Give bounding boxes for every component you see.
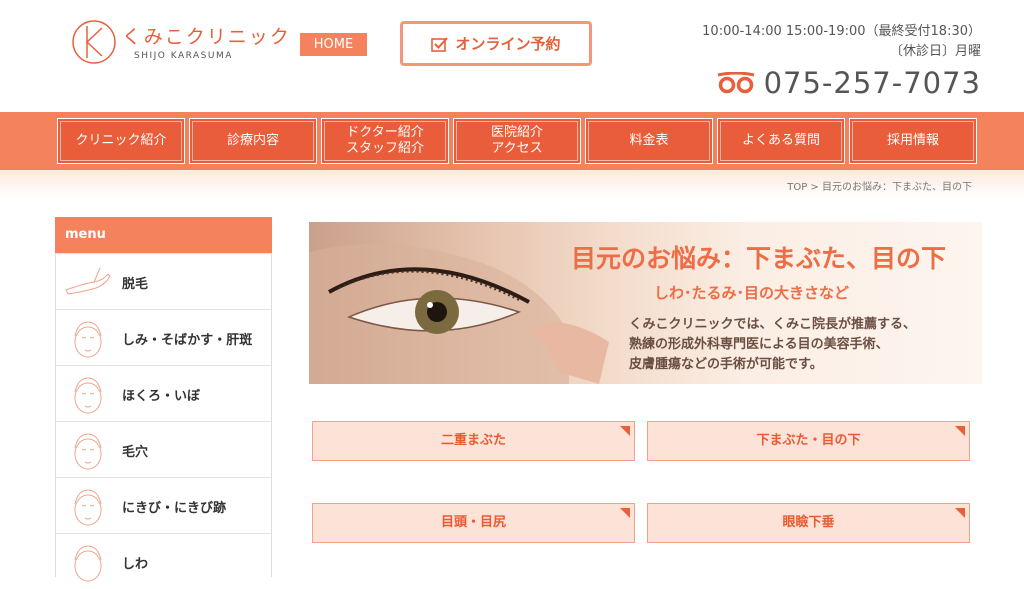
face-icon [74, 377, 102, 414]
home-button[interactable]: HOME [300, 33, 367, 56]
hero-description: くみこクリニックでは、くみこ院長が推薦する、 熟練の形成外科専門医による目の美容… [629, 315, 916, 375]
sidebar-item-label: しみ・そばかす・肝斑 [122, 333, 253, 348]
corner-arrow-icon [955, 426, 965, 436]
face-icon [74, 545, 102, 582]
nav-label: よくある質問 [741, 133, 820, 148]
hours-line: 10:00-14:00 15:00-19:00（最終受付18:30） [702, 24, 981, 39]
ptosis-button[interactable]: 眼瞼下垂 [647, 503, 970, 543]
logo-name: くみこクリニック [122, 26, 291, 48]
nav-recruit[interactable]: 採用情報 [849, 118, 977, 164]
nav-label: クリニック紹介 [75, 133, 167, 148]
corner-arrow-icon [620, 508, 630, 518]
sidebar-item-hair-removal[interactable]: 脱毛 [56, 253, 271, 309]
sidebar-item-moles[interactable]: ほくろ・いぼ [56, 365, 271, 421]
breadcrumb: TOP > 目元のお悩み：下まぶた、目の下 [787, 178, 972, 193]
nav-treatments[interactable]: 診療内容 [189, 118, 317, 164]
nav-faq[interactable]: よくある質問 [717, 118, 845, 164]
nav-label: 料金表 [629, 133, 669, 148]
leg-icon [65, 267, 111, 295]
nav-clinic-intro[interactable]: クリニック紹介 [57, 118, 185, 164]
nav-label-line1: 医院紹介 [490, 125, 543, 140]
checkbox-icon [431, 36, 449, 52]
breadcrumb-current: 目元のお悩み：下まぶた、目の下 [822, 182, 972, 193]
hero-desc-line: 皮膚腫瘍などの手術が可能です。 [629, 357, 823, 372]
eye-photo [309, 244, 609, 384]
logo-mark-icon [72, 20, 116, 64]
button-label: 目頭・目尻 [440, 515, 506, 530]
nav-label-line2: アクセス [491, 141, 543, 156]
eye-corner-button[interactable]: 目頭・目尻 [312, 503, 635, 543]
face-icon [74, 321, 102, 358]
nav-label-line1: ドクター紹介 [346, 125, 424, 140]
face-icon [74, 489, 102, 526]
sidebar-item-label: しわ [122, 557, 149, 572]
business-hours: 10:00-14:00 15:00-19:00（最終受付18:30） 〔休診日〕… [702, 22, 981, 62]
free-dial-icon [717, 72, 754, 94]
hero-title: 目元のお悩み：下まぶた、目の下 [571, 244, 947, 273]
nav-price-list[interactable]: 料金表 [585, 118, 713, 164]
sidebar-item-wrinkles[interactable]: しわ [56, 533, 271, 589]
hero-banner: 目元のお悩み：下まぶた、目の下 しわ･たるみ･目の大きさなど くみこクリニックで… [309, 222, 982, 384]
sidebar-title: menu [55, 217, 272, 253]
reservation-label: オンライン予約 [455, 35, 561, 53]
sidebar-item-pores[interactable]: 毛穴 [56, 421, 271, 477]
main-nav: クリニック紹介 診療内容 ドクター紹介 スタッフ紹介 医院紹介 アクセス 料金表… [0, 112, 1024, 170]
corner-arrow-icon [955, 508, 965, 518]
hero-desc-line: 熟練の形成外科専門医による目の美容手術、 [629, 337, 889, 352]
nav-doctor-staff[interactable]: ドクター紹介 スタッフ紹介 [321, 118, 449, 164]
nav-label: 診療内容 [226, 133, 279, 148]
button-label: 下まぶた・目の下 [756, 433, 861, 448]
sidebar-item-spots[interactable]: しみ・そばかす・肝斑 [56, 309, 271, 365]
sidebar-item-label: 脱毛 [122, 277, 149, 292]
sidebar-item-acne[interactable]: にきび・にきび跡 [56, 477, 271, 533]
nav-label-line2: スタッフ紹介 [345, 141, 424, 156]
breadcrumb-top-link[interactable]: TOP [787, 182, 807, 193]
clinic-logo[interactable]: くみこクリニック SHIJO KARASUMA [70, 18, 300, 68]
hero-subtitle: しわ･たるみ･目の大きさなど [654, 284, 850, 302]
phone-number[interactable]: 075-257-7073 [716, 66, 981, 100]
sidebar-item-label: ほくろ・いぼ [122, 389, 201, 404]
double-eyelid-button[interactable]: 二重まぶた [312, 421, 635, 461]
nav-label: 採用情報 [886, 133, 939, 148]
nav-clinic-access[interactable]: 医院紹介 アクセス [453, 118, 581, 164]
logo-subtitle: SHIJO KARASUMA [134, 51, 233, 61]
hero-desc-line: くみこクリニックでは、くみこ院長が推薦する、 [629, 317, 917, 332]
sidebar-menu: menu 脱毛 しみ・そばかす・肝斑 ほくろ・いぼ 毛穴 にきび・にきび跡 しわ [55, 217, 272, 589]
button-label: 二重まぶた [440, 433, 506, 448]
lower-eyelid-button[interactable]: 下まぶた・目の下 [647, 421, 970, 461]
sidebar-item-label: 毛穴 [122, 445, 149, 460]
button-label: 眼瞼下垂 [782, 515, 835, 530]
online-reservation-button[interactable]: オンライン予約 [400, 21, 592, 66]
breadcrumb-separator: > [810, 182, 819, 193]
phone-digits: 075-257-7073 [763, 66, 981, 100]
sidebar-item-label: にきび・にきび跡 [122, 501, 227, 516]
corner-arrow-icon [620, 426, 630, 436]
face-icon [74, 433, 102, 470]
closed-day: 〔休診日〕月曜 [889, 44, 981, 59]
